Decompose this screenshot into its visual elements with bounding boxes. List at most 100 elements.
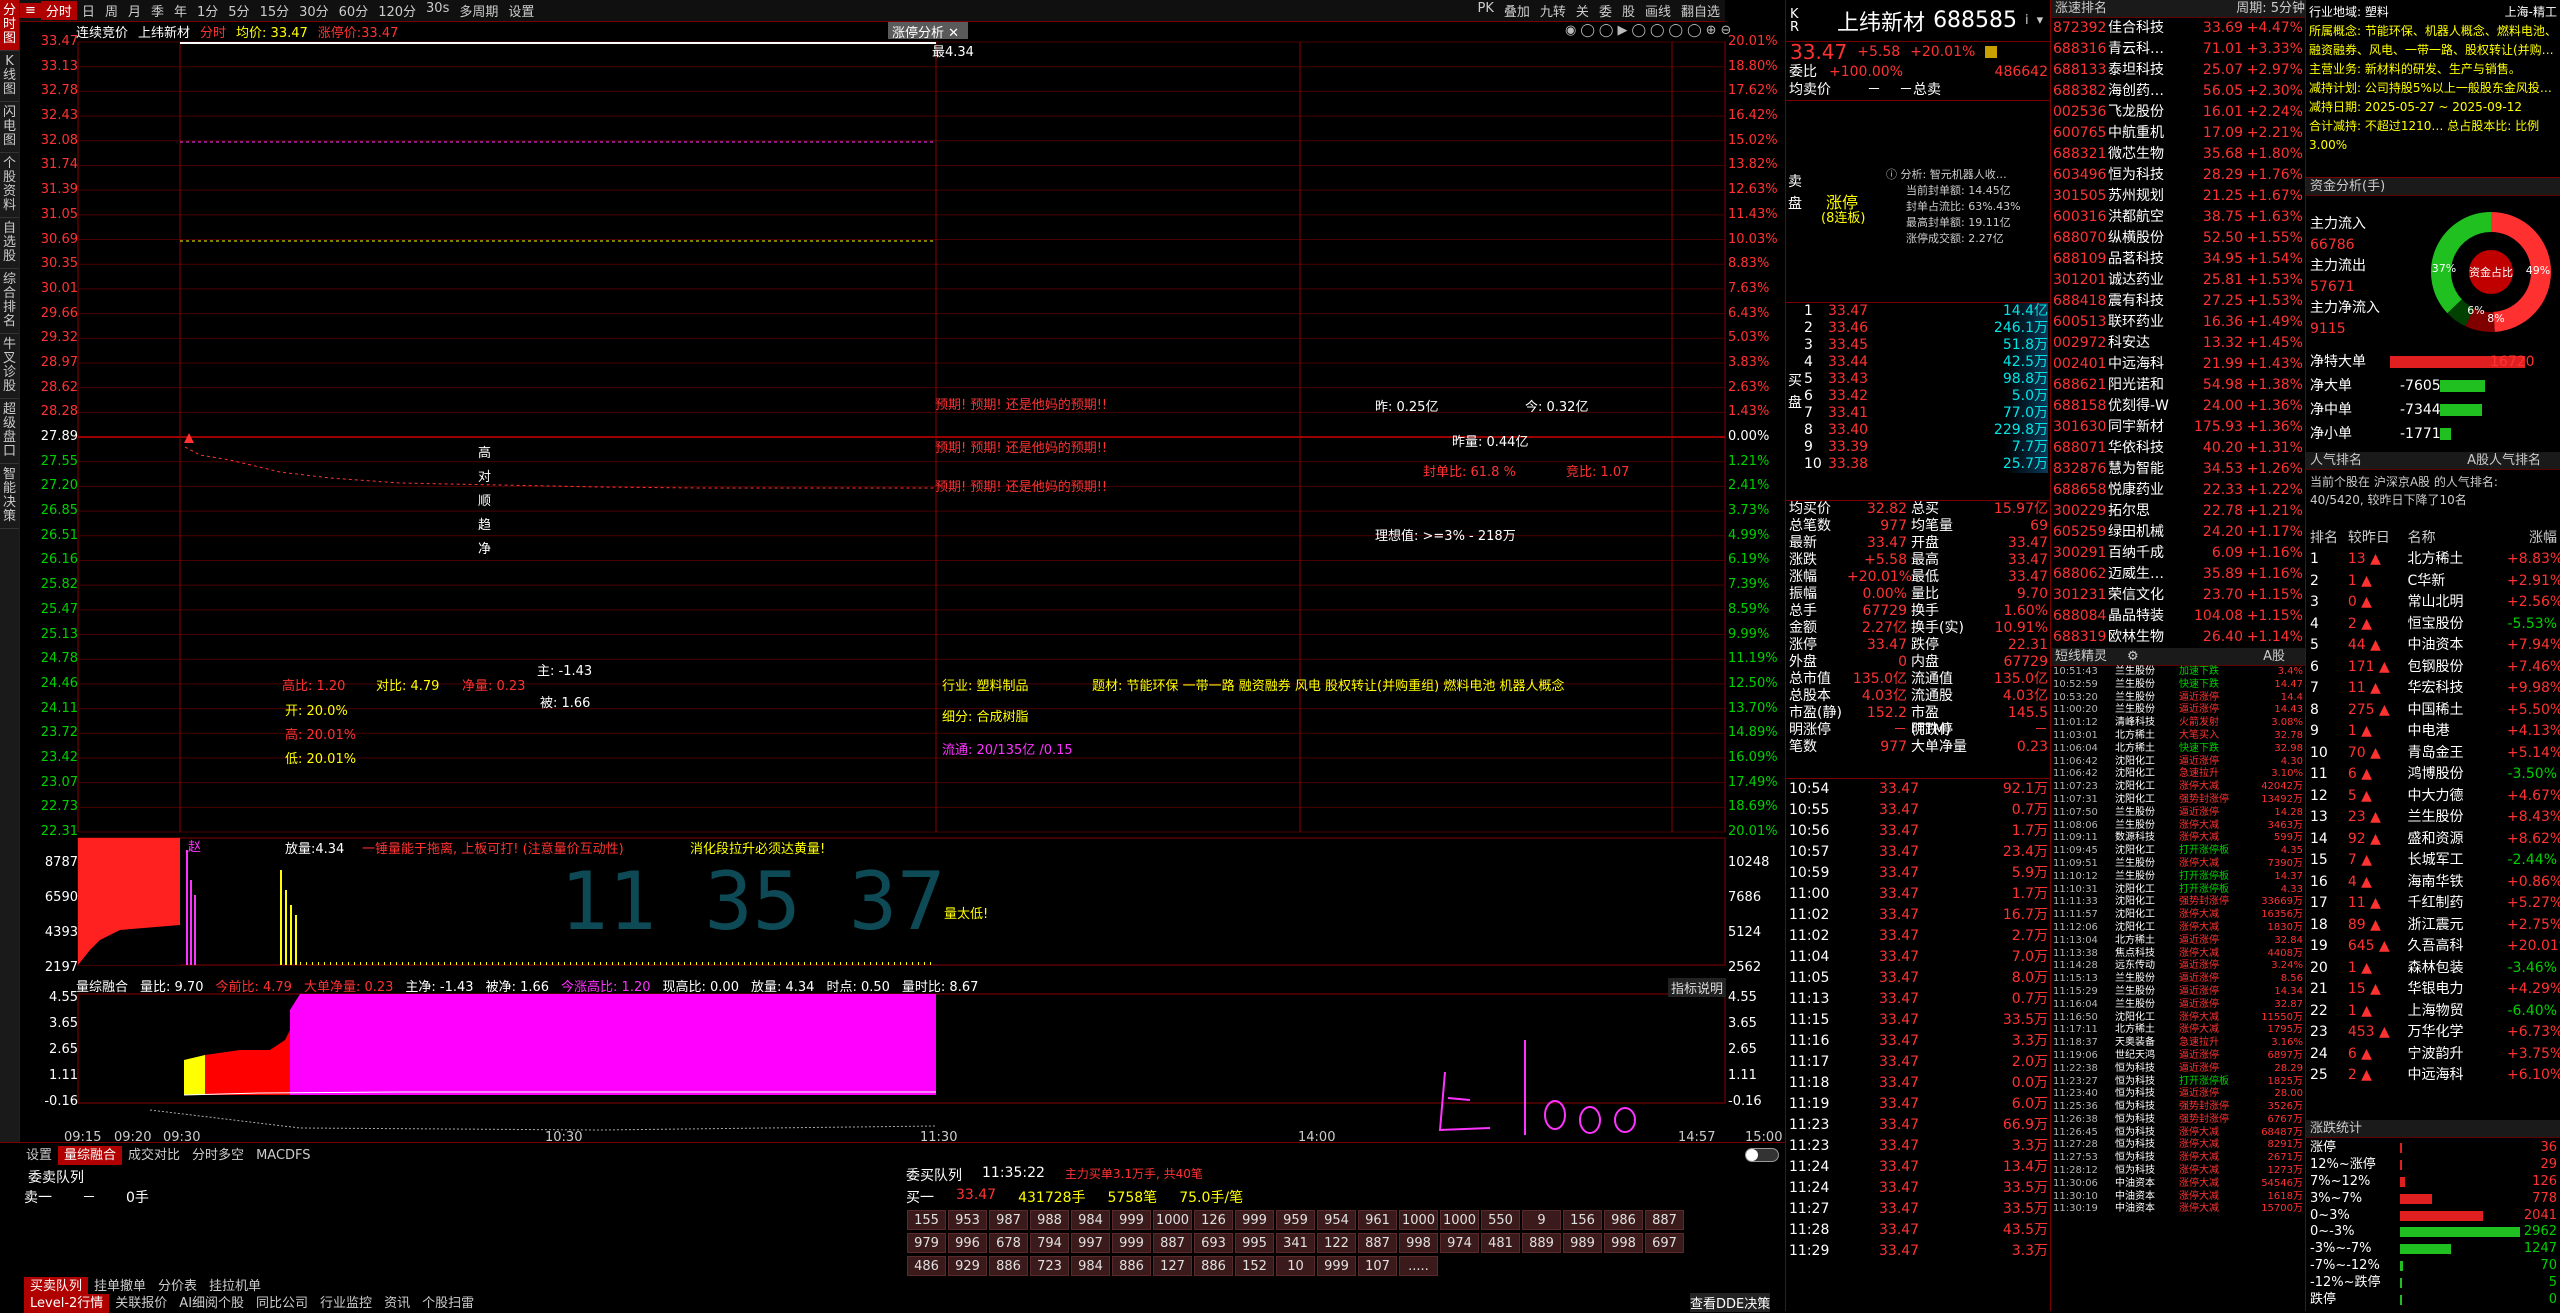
popularity-row[interactable]: 19 645 ▲ 久吾高科 +20.01% [2306, 936, 2560, 958]
popularity-select[interactable]: A股人气排名 [2467, 452, 2560, 469]
indicator-tab[interactable]: 量综融合 [58, 1146, 123, 1165]
popularity-row[interactable]: 20 1 ▲ 森林包装 -3.46% [2306, 958, 2560, 980]
watch-row[interactable]: 301505 苏州规划 21.25 +1.67% [2051, 186, 2305, 207]
indicator-name[interactable]: 量综融合 [76, 976, 128, 995]
popularity-row[interactable]: 7 11 ▲ 华宏科技 +9.98% [2306, 678, 2560, 700]
volume-bar [528, 962, 529, 965]
watch-row[interactable]: 300229 拓尔思 22.78 +1.21% [2051, 501, 2305, 522]
level2-tab[interactable]: 行业监控 [314, 1294, 378, 1313]
watch-row[interactable]: 688621 阳光诺和 54.98 +1.38% [2051, 375, 2305, 396]
rank-name: 华银电力 [2407, 981, 2464, 997]
indicator-tab[interactable]: MACDFS [250, 1146, 316, 1165]
watch-row[interactable]: 600316 洪都航空 38.75 +1.63% [2051, 207, 2305, 228]
watch-row[interactable]: 688658 悦康药业 22.33 +1.22% [2051, 480, 2305, 501]
indicator-help-button[interactable]: 指标说明 [1668, 978, 1727, 997]
popularity-row[interactable]: 25 2 ▲ 中远海科 +6.10% [2306, 1065, 2560, 1087]
popularity-row[interactable]: 12 5 ▲ 中大力德 +4.67% [2306, 786, 2560, 808]
market-select[interactable]: A股 [2263, 648, 2305, 665]
popularity-row[interactable]: 1 13 ▲ 北方稀土 +8.83% [2306, 549, 2560, 571]
popularity-row[interactable]: 4 2 ▲ 恒宝股份 -5.53% [2306, 614, 2560, 636]
watch-row[interactable]: 872392 佳合科技 33.69 +4.47% [2051, 18, 2305, 39]
popularity-row[interactable]: 21 15 ▲ 华银电力 +4.29% [2306, 979, 2560, 1001]
watch-row[interactable]: 688418 震有科技 27.25 +1.53% [2051, 291, 2305, 312]
popularity-row[interactable]: 9 1 ▲ 中电港 +4.13% [2306, 721, 2560, 743]
popularity-row[interactable]: 6 171 ▲ 包钢股份 +7.46% [2306, 657, 2560, 679]
fav-icon[interactable]: ⅰ [2025, 13, 2029, 28]
tick-price: 33.47 [1879, 781, 1920, 797]
watch-row[interactable]: 688133 泰坦科技 25.07 +2.97% [2051, 60, 2305, 81]
level2-tab[interactable]: 资讯 [378, 1294, 416, 1313]
queue-cell: 486 [907, 1256, 946, 1276]
indicator-tab[interactable]: 设置 [20, 1146, 58, 1165]
indicator-tab[interactable]: 分时多空 [186, 1146, 250, 1165]
popularity-row[interactable]: 13 23 ▲ 兰生股份 +8.43% [2306, 807, 2560, 829]
spirit-row: 11:13:04 北方稀土 逼近涨停 32.84 [2051, 935, 2305, 948]
level2-tab[interactable]: 关联报价 [109, 1294, 173, 1313]
period-select[interactable]: 周期: 5分钟 [2236, 0, 2305, 17]
watch-row[interactable]: 002536 飞龙股份 16.01 +2.24% [2051, 102, 2305, 123]
spirit-row: 11:07:50 兰生股份 逼近涨停 14.28 [2051, 807, 2305, 820]
watch-code: 603496 [2053, 167, 2107, 183]
watch-row[interactable]: 688070 纵横股份 52.50 +1.55% [2051, 228, 2305, 249]
watch-row[interactable]: 832876 慧为智能 34.53 +1.26% [2051, 459, 2305, 480]
popularity-row[interactable]: 18 89 ▲ 浙江震元 +2.75% [2306, 915, 2560, 937]
dropdown-icon[interactable]: ▾ [2037, 13, 2044, 28]
rank-name: 鸿博股份 [2407, 766, 2464, 782]
popularity-row[interactable]: 3 0 ▲ 常山北明 +2.56% [2306, 592, 2560, 614]
watch-code: 688418 [2053, 293, 2107, 309]
watch-row[interactable]: 300291 百纳千成 6.09 +1.16% [2051, 543, 2305, 564]
float-info: 流通: 20/135亿 /0.15 [942, 743, 1073, 758]
popularity-row[interactable]: 15 7 ▲ 长城军工 -2.44% [2306, 850, 2560, 872]
rank: 6 [2310, 658, 2319, 675]
level2-tab[interactable]: AI细阅个股 [173, 1294, 250, 1313]
popularity-row[interactable]: 2 1 ▲ C华新 +2.91% [2306, 571, 2560, 593]
watch-change: +1.55% [2246, 230, 2303, 246]
popularity-row[interactable]: 5 44 ▲ 中油资本 +7.94% [2306, 635, 2560, 657]
dde-button[interactable]: 查看DDE决策 [1690, 1293, 1771, 1312]
popularity-row[interactable]: 24 6 ▲ 宁波韵升 +3.75% [2306, 1044, 2560, 1066]
watch-row[interactable]: 301201 诚达药业 25.81 +1.53% [2051, 270, 2305, 291]
volume-tick: 6590 [44, 890, 78, 905]
watch-row[interactable]: 301630 同宇新材 175.93 +1.36% [2051, 417, 2305, 438]
watch-row[interactable]: 688109 品茗科技 34.95 +1.54% [2051, 249, 2305, 270]
level2-tab[interactable]: 个股扫雷 [416, 1294, 480, 1313]
watch-row[interactable]: 688071 华依科技 40.20 +1.31% [2051, 438, 2305, 459]
volume-bar [186, 850, 188, 965]
watch-row[interactable]: 301231 荣信文化 23.70 +1.15% [2051, 585, 2305, 606]
popularity-row[interactable]: 11 6 ▲ 鸿博股份 -3.50% [2306, 764, 2560, 786]
popularity-row[interactable]: 14 92 ▲ 盛和资源 +8.62% [2306, 829, 2560, 851]
queue-cell: 697 [1645, 1233, 1684, 1253]
watch-row[interactable]: 688321 微芯生物 35.68 +1.80% [2051, 144, 2305, 165]
watch-row[interactable]: 688316 青云科… 71.01 +3.33% [2051, 39, 2305, 60]
popularity-row[interactable]: 16 4 ▲ 海南华铁 +0.86% [2306, 872, 2560, 894]
popularity-row[interactable]: 22 1 ▲ 上海物贸 -6.40% [2306, 1001, 2560, 1023]
price-tick: 24.11 [40, 700, 78, 716]
popularity-row[interactable]: 23 453 ▲ 万华化学 +6.73% [2306, 1022, 2560, 1044]
popularity-row[interactable]: 10 70 ▲ 青岛金王 +5.14% [2306, 743, 2560, 765]
watch-row[interactable]: 605259 绿田机械 24.20 +1.17% [2051, 522, 2305, 543]
watch-row[interactable]: 002972 科安达 13.32 +1.45% [2051, 333, 2305, 354]
stat-row: 总手 67729 换手 1.60% [1786, 603, 2051, 620]
watch-row[interactable]: 688062 迈威生… 35.89 +1.16% [2051, 564, 2305, 585]
settings-icon[interactable]: ⚙ [2127, 648, 2139, 665]
level2-tabs: Level-2行情 关联报价 AI细阅个股 同比公司 行业监控 资讯 个股扫雷 [24, 1294, 480, 1313]
popularity-row[interactable]: 17 11 ▲ 千红制药 +5.27% [2306, 893, 2560, 915]
tick-row: 11:27 33.47 33.5万 [1786, 1199, 2051, 1220]
speed-ranking-title[interactable]: 涨速排名 [2055, 0, 2107, 17]
watch-row[interactable]: 600765 中航重机 17.09 +2.21% [2051, 123, 2305, 144]
rank-name: 千红制药 [2407, 895, 2464, 911]
toggle-switch[interactable] [1745, 1148, 1779, 1162]
rank-change-pct: +20.01% [2507, 938, 2560, 954]
watch-row[interactable]: 688158 优刻得-W 24.00 +1.36% [2051, 396, 2305, 417]
watch-row[interactable]: 688382 海创药… 56.05 +2.30% [2051, 81, 2305, 102]
watch-row[interactable]: 603496 恒为科技 28.29 +1.76% [2051, 165, 2305, 186]
watch-price: 24.20 [2202, 524, 2243, 540]
watch-row[interactable]: 600513 联环药业 16.36 +1.49% [2051, 312, 2305, 333]
watch-row[interactable]: 688319 欧林生物 26.40 +1.14% [2051, 627, 2305, 648]
level2-tab[interactable]: 同比公司 [250, 1294, 314, 1313]
indicator-tab[interactable]: 成交对比 [122, 1146, 186, 1165]
popularity-row[interactable]: 8 275 ▲ 中国稀土 +5.50% [2306, 700, 2560, 722]
watch-row[interactable]: 002401 中远海科 21.99 +1.43% [2051, 354, 2305, 375]
watch-row[interactable]: 688084 晶品特装 104.08 +1.15% [2051, 606, 2305, 627]
level2-tab[interactable]: Level-2行情 [24, 1294, 110, 1313]
